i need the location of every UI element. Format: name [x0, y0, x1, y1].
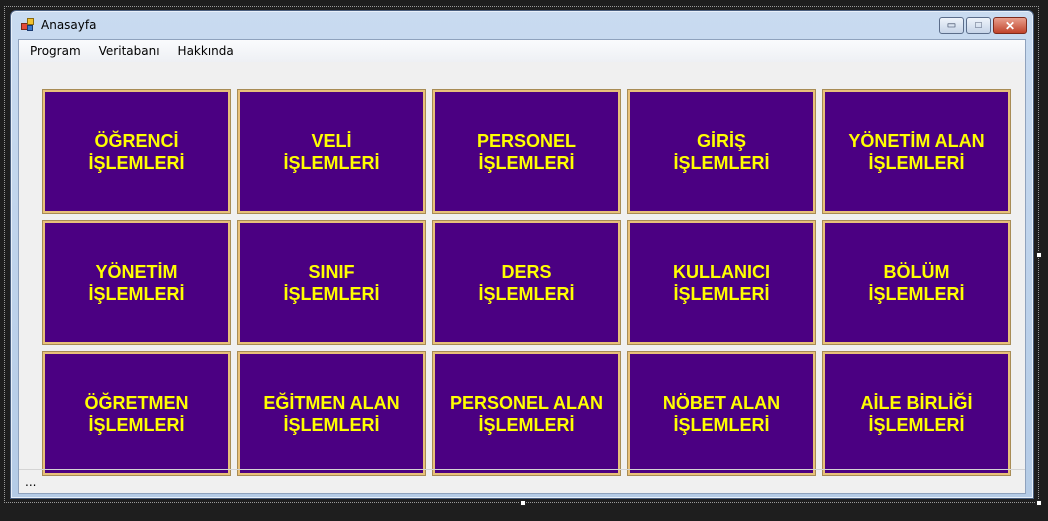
tile-label-line2: İŞLEMLERİ: [868, 283, 965, 304]
menu-bar: Program Veritabanı Hakkında: [19, 40, 1025, 62]
yonetim-islemleri-button[interactable]: YÖNETİM İŞLEMLERİ: [42, 220, 231, 345]
tile-label-line1: PERSONEL ALAN: [449, 392, 604, 413]
button-grid: ÖĞRENCİ İŞLEMLERİ VELİ İŞLEMLERİ PERSONEL İ…: [42, 89, 1011, 476]
yonetim-alan-islemleri-button[interactable]: YÖNETİM ALAN İŞLEMLERİ: [822, 89, 1011, 214]
tile-label-line1: AİLE BİRLİĞİ: [860, 392, 973, 413]
tile-label-line2: İŞLEMLERİ: [283, 283, 380, 304]
ders-islemleri-button[interactable]: DERS İŞLEMLERİ: [432, 220, 621, 345]
resize-handle-right[interactable]: [1036, 252, 1042, 258]
tile-label-line1: ÖĞRETMEN: [84, 392, 189, 413]
status-text: ...: [25, 474, 37, 489]
tile-label-line1: DERS: [501, 261, 552, 282]
status-bar: ...: [19, 469, 1025, 493]
egitmen-alan-islemleri-button[interactable]: EĞİTMEN ALAN İŞLEMLERİ: [237, 351, 426, 476]
form-client-area: Program Veritabanı Hakkında ÖĞRENCİ İŞLEM…: [18, 39, 1026, 494]
kullanici-islemleri-button[interactable]: KULLANICI İŞLEMLERİ: [627, 220, 816, 345]
tile-label-line2: İŞLEMLERİ: [673, 414, 770, 435]
app-icon: [21, 18, 35, 32]
tile-label-line2: İŞLEMLERİ: [673, 283, 770, 304]
veli-islemleri-button[interactable]: VELİ İŞLEMLERİ: [237, 89, 426, 214]
bolum-islemleri-button[interactable]: BÖLÜM İŞLEMLERİ: [822, 220, 1011, 345]
tile-label-line2: İŞLEMLERİ: [283, 414, 380, 435]
nobet-alan-islemleri-button[interactable]: NÖBET ALAN İŞLEMLERİ: [627, 351, 816, 476]
tile-label-line1: EĞİTMEN ALAN: [263, 392, 400, 413]
close-button[interactable]: ✕: [993, 17, 1027, 34]
resize-handle-corner[interactable]: [1036, 500, 1042, 506]
tile-label-line1: YÖNETİM ALAN: [848, 130, 985, 151]
tile-label-line1: SINIF: [308, 261, 355, 282]
window-title: Anasayfa: [41, 18, 97, 32]
window-controls: ▭ □ ✕: [939, 17, 1027, 34]
tile-label-line1: VELİ: [311, 130, 352, 151]
personel-islemleri-button[interactable]: PERSONEL İŞLEMLERİ: [432, 89, 621, 214]
sinif-islemleri-button[interactable]: SINIF İŞLEMLERİ: [237, 220, 426, 345]
resize-handle-bottom[interactable]: [520, 500, 526, 506]
tile-label-line1: NÖBET ALAN: [662, 392, 781, 413]
title-bar[interactable]: Anasayfa ▭ □ ✕: [11, 11, 1033, 39]
tile-label-line2: İŞLEMLERİ: [478, 283, 575, 304]
tile-label-line2: İŞLEMLERİ: [478, 414, 575, 435]
tile-label-line1: KULLANICI: [673, 261, 770, 282]
tile-label-line1: PERSONEL: [476, 130, 577, 151]
aile-birligi-islemleri-button[interactable]: AİLE BİRLİĞİ İŞLEMLERİ: [822, 351, 1011, 476]
tile-label-line1: BÖLÜM: [883, 261, 950, 282]
menu-veritabani[interactable]: Veritabanı: [90, 40, 169, 62]
tile-label-line2: İŞLEMLERİ: [88, 414, 185, 435]
maximize-button[interactable]: □: [966, 17, 991, 34]
tile-label-line1: ÖĞRENCİ: [94, 130, 179, 151]
personel-alan-islemleri-button[interactable]: PERSONEL ALAN İŞLEMLERİ: [432, 351, 621, 476]
minimize-button[interactable]: ▭: [939, 17, 964, 34]
tile-label-line2: İŞLEMLERİ: [88, 283, 185, 304]
tile-label-line2: İŞLEMLERİ: [673, 152, 770, 173]
tile-label-line1: YÖNETİM: [95, 261, 178, 282]
tile-label-line1: GİRİŞ: [696, 130, 746, 151]
tile-label-line2: İŞLEMLERİ: [478, 152, 575, 173]
ogretmen-islemleri-button[interactable]: ÖĞRETMEN İŞLEMLERİ: [42, 351, 231, 476]
main-window: Anasayfa ▭ □ ✕ Program Veritabanı Hakkın…: [10, 10, 1034, 499]
tile-label-line2: İŞLEMLERİ: [88, 152, 185, 173]
tile-label-line2: İŞLEMLERİ: [868, 152, 965, 173]
tile-label-line2: İŞLEMLERİ: [283, 152, 380, 173]
giris-islemleri-button[interactable]: GİRİŞ İŞLEMLERİ: [627, 89, 816, 214]
menu-hakkinda[interactable]: Hakkında: [169, 40, 243, 62]
ogrenci-islemleri-button[interactable]: ÖĞRENCİ İŞLEMLERİ: [42, 89, 231, 214]
tile-label-line2: İŞLEMLERİ: [868, 414, 965, 435]
menu-program[interactable]: Program: [21, 40, 90, 62]
